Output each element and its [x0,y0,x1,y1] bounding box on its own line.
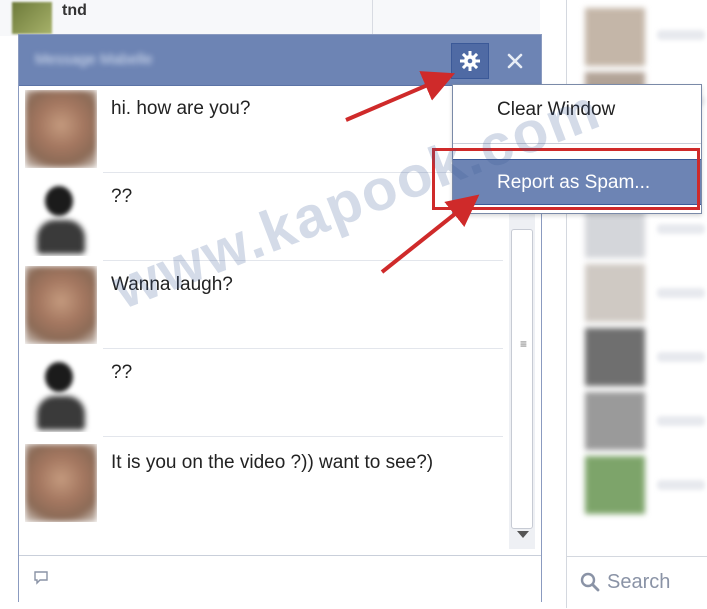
chat-close-button[interactable] [497,43,533,79]
message-row: ?? [19,350,499,434]
message-text: ?? [111,186,133,207]
scroll-down-arrow-icon[interactable] [517,531,529,538]
message-text: hi. how are you? [111,98,251,119]
message-divider [103,348,503,349]
background-avatar [12,2,52,34]
chat-contact-name[interactable]: Message Mabelle [35,50,265,70]
friend-avatar[interactable] [585,8,645,66]
sidebar-search-field[interactable]: Search [567,556,707,609]
friend-name[interactable] [657,352,705,362]
menu-separator [453,143,701,144]
gear-icon [460,51,480,71]
friend-name[interactable] [657,224,705,234]
friend-name[interactable] [657,480,705,490]
message-row: hi. how are you? [19,86,499,170]
sender-avatar [25,444,97,522]
message-text: Wanna laugh? [111,274,233,295]
message-divider [103,436,503,437]
chat-bubble-icon [34,571,48,585]
friend-avatar[interactable] [585,392,645,450]
friend-name[interactable] [657,288,705,298]
friend-avatar[interactable] [585,328,645,386]
message-row: ?? [19,174,499,258]
own-avatar [25,178,97,256]
menu-item-clear-window[interactable]: Clear Window [453,85,701,135]
background-top-strip: tnd [0,0,540,36]
search-icon [580,572,600,592]
close-icon [507,53,523,69]
annotation-highlight-box [432,148,700,210]
chat-options-button[interactable] [451,43,489,79]
message-row: It is you on the video ?)) want to see?) [19,440,499,524]
background-top-text: tnd [62,2,87,19]
search-placeholder: Search [607,571,671,593]
friend-name[interactable] [657,30,705,40]
background-divider [372,0,373,36]
own-avatar [25,354,97,432]
message-text: ?? [111,362,133,383]
friend-avatar[interactable] [585,456,645,514]
sender-avatar [25,90,97,168]
message-row: Wanna laugh? [19,262,499,346]
chat-header: Message Mabelle [19,35,541,86]
sender-avatar [25,266,97,344]
friend-name[interactable] [657,416,705,426]
chat-input-field[interactable] [19,555,541,602]
scroll-thumb[interactable]: ≡ [511,229,533,529]
message-text: It is you on the video ?)) want to see?) [111,452,434,473]
message-divider [103,260,503,261]
scroll-grip-icon: ≡ [520,337,528,351]
friend-avatar[interactable] [585,264,645,322]
